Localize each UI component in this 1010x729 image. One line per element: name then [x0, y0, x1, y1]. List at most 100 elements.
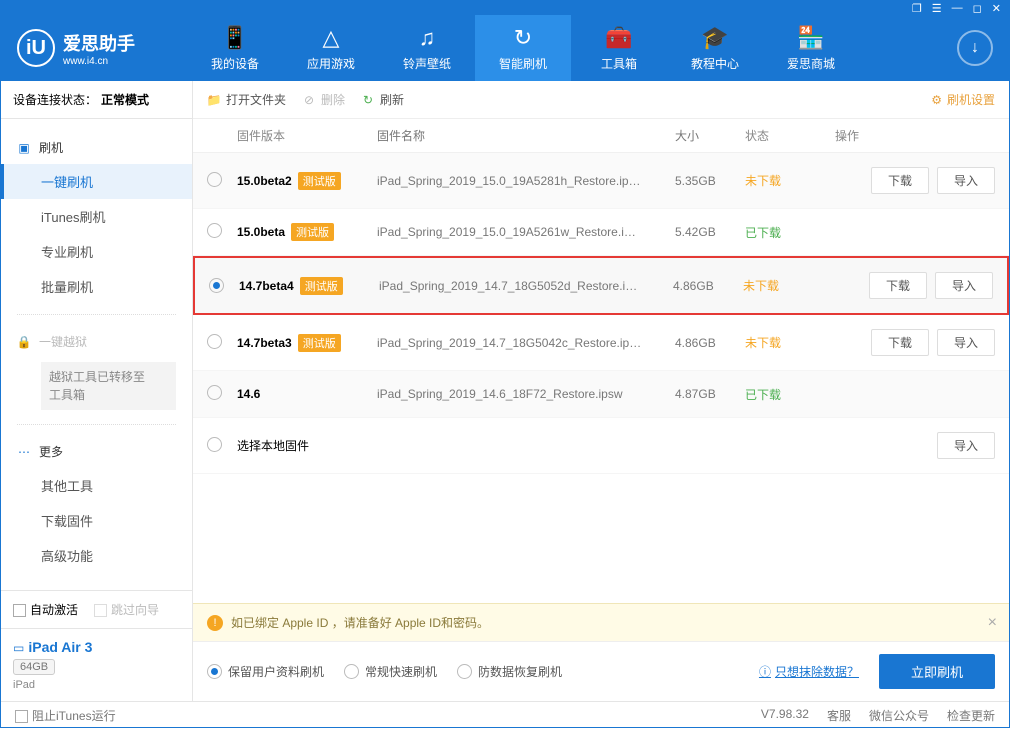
- name-cell: iPad_Spring_2019_14.7_18G5052d_Restore.i…: [379, 279, 673, 293]
- main-nav: 📱我的设备△应用游戏♫铃声壁纸↻智能刷机🧰工具箱 🎓 教程中心 🏪爱思商城: [187, 15, 957, 81]
- firmware-row[interactable]: 15.0beta2 测试版iPad_Spring_2019_15.0_19A52…: [193, 153, 1009, 209]
- nav-label: 铃声壁纸: [403, 55, 451, 72]
- opt-keep-data[interactable]: 保留用户资料刷机: [207, 663, 324, 680]
- import-button[interactable]: 导入: [937, 167, 995, 194]
- close-warning-icon[interactable]: ×: [988, 614, 997, 632]
- titlebar-btn[interactable]: ❐: [912, 2, 922, 15]
- firmware-row[interactable]: 15.0beta 测试版iPad_Spring_2019_15.0_19A526…: [193, 209, 1009, 256]
- sidebar-item-batch[interactable]: 批量刷机: [1, 269, 192, 304]
- app-logo: iU 爱思助手 www.i4.cn: [17, 29, 187, 67]
- name-cell: iPad_Spring_2019_14.6_18F72_Restore.ipsw: [377, 387, 675, 401]
- import-button[interactable]: 导入: [937, 329, 995, 356]
- sidebar-item-download[interactable]: 下载固件: [1, 503, 192, 538]
- radio-icon[interactable]: [207, 172, 222, 187]
- sidebar-group-flash[interactable]: ▣ 刷机: [1, 131, 192, 164]
- erase-data-link[interactable]: ⓘ只想抹除数据？: [759, 663, 859, 680]
- skip-guide-checkbox[interactable]: 跳过向导: [94, 601, 159, 618]
- auto-activate-checkbox[interactable]: 自动激活: [13, 601, 78, 618]
- nav-label: 教程中心: [691, 55, 739, 72]
- flash-settings-button[interactable]: ⚙ 刷机设置: [931, 91, 995, 108]
- flash-icon: ▣: [17, 141, 31, 155]
- version-label: V7.98.32: [761, 707, 809, 724]
- import-button[interactable]: 导入: [935, 272, 993, 299]
- device-storage: 64GB: [13, 659, 55, 675]
- nav-item-2[interactable]: ♫铃声壁纸: [379, 15, 475, 81]
- warning-icon: !: [207, 615, 223, 631]
- sidebar-item-oneclick[interactable]: 一键刷机: [1, 164, 192, 199]
- logo-icon: iU: [17, 29, 55, 67]
- flash-now-button[interactable]: 立即刷机: [879, 654, 995, 689]
- download-button[interactable]: 下载: [871, 329, 929, 356]
- label: 防数据恢复刷机: [478, 663, 562, 680]
- sidebar-item-itunes[interactable]: iTunes刷机: [1, 199, 192, 234]
- radio-icon[interactable]: [209, 278, 224, 293]
- nav-label: 应用游戏: [307, 55, 355, 72]
- app-header: iU 爱思助手 www.i4.cn 📱我的设备△应用游戏♫铃声壁纸↻智能刷机🧰工…: [1, 15, 1009, 81]
- opt-fast[interactable]: 常规快速刷机: [344, 663, 437, 680]
- sidebar-group-more[interactable]: ⋯更多: [1, 435, 192, 468]
- beta-tag: 测试版: [298, 334, 341, 352]
- delete-button: ⊘删除: [302, 91, 345, 108]
- nav-icon: 📱: [221, 25, 248, 51]
- label: 打开文件夹: [226, 91, 286, 108]
- firmware-row[interactable]: 14.7beta3 测试版iPad_Spring_2019_14.7_18G50…: [193, 315, 1009, 371]
- col-size: 大小: [675, 127, 745, 144]
- local-firmware-row[interactable]: 选择本地固件 导入: [193, 418, 1009, 474]
- sidebar-item-advanced[interactable]: 高级功能: [1, 538, 192, 573]
- nav-icon: 🎓: [701, 25, 728, 51]
- connection-status: 设备连接状态： 正常模式: [1, 81, 192, 119]
- group-label: 更多: [39, 443, 63, 460]
- radio-icon[interactable]: [207, 385, 222, 400]
- import-button[interactable]: 导入: [937, 432, 995, 459]
- open-folder-button[interactable]: 📁打开文件夹: [207, 91, 286, 108]
- label: 跳过向导: [111, 603, 159, 617]
- group-label: 刷机: [39, 139, 63, 156]
- nav-item-3[interactable]: ↻智能刷机: [475, 15, 571, 81]
- info-icon: ⓘ: [759, 663, 771, 680]
- opt-antirecover[interactable]: 防数据恢复刷机: [457, 663, 562, 680]
- conn-value: 正常模式: [101, 91, 149, 108]
- sidebar-item-pro[interactable]: 专业刷机: [1, 234, 192, 269]
- app-name: 爱思助手: [63, 30, 135, 56]
- main-content: 📁打开文件夹 ⊘删除 ↻刷新 ⚙ 刷机设置 固件版本 固件名称 大小 状态 操作 …: [193, 81, 1009, 701]
- download-button[interactable]: 下载: [869, 272, 927, 299]
- firmware-row[interactable]: 14.7beta4 测试版iPad_Spring_2019_14.7_18G50…: [193, 256, 1009, 315]
- app-url: www.i4.cn: [63, 56, 135, 67]
- nav-item-4[interactable]: 🧰工具箱: [571, 15, 667, 81]
- maximize-icon[interactable]: ◻: [973, 2, 982, 15]
- nav-icon: 🧰: [605, 25, 632, 51]
- sidebar-options: 自动激活 跳过向导: [1, 590, 192, 628]
- ops-cell: 下载导入: [835, 167, 995, 194]
- check-update-link[interactable]: 检查更新: [947, 707, 995, 724]
- label: 刷机设置: [947, 91, 995, 108]
- warning-text: 如已绑定 Apple ID ，请准备好 Apple ID和密码。: [231, 614, 489, 631]
- nav-item-0[interactable]: 📱我的设备: [187, 15, 283, 81]
- nav-item-1[interactable]: △应用游戏: [283, 15, 379, 81]
- tablet-icon: ▭: [13, 641, 24, 655]
- conn-label: 设备连接状态：: [13, 91, 97, 108]
- version-cell: 14.7beta4 测试版: [239, 277, 379, 295]
- nav-item-6[interactable]: 🏪爱思商城: [763, 15, 859, 81]
- radio-icon[interactable]: [207, 437, 222, 452]
- name-cell: iPad_Spring_2019_14.7_18G5042c_Restore.i…: [377, 336, 675, 350]
- download-button[interactable]: 下载: [871, 167, 929, 194]
- sidebar-item-other[interactable]: 其他工具: [1, 468, 192, 503]
- radio-icon[interactable]: [207, 334, 222, 349]
- minimize-icon[interactable]: —: [952, 2, 963, 14]
- beta-tag: 测试版: [291, 223, 334, 241]
- download-circle-icon[interactable]: ↓: [957, 30, 993, 66]
- gear-icon: ⚙: [931, 93, 942, 107]
- refresh-button[interactable]: ↻刷新: [361, 91, 404, 108]
- firmware-row[interactable]: 14.6 iPad_Spring_2019_14.6_18F72_Restore…: [193, 371, 1009, 418]
- nav-item-5[interactable]: 🎓 教程中心: [667, 15, 763, 81]
- device-info: ▭iPad Air 3 64GB iPad: [1, 628, 192, 701]
- support-link[interactable]: 客服: [827, 707, 851, 724]
- radio-icon: [344, 664, 359, 679]
- block-itunes-checkbox[interactable]: 阻止iTunes运行: [15, 707, 116, 724]
- radio-icon[interactable]: [207, 223, 222, 238]
- firmware-table: 固件版本 固件名称 大小 状态 操作 15.0beta2 测试版iPad_Spr…: [193, 119, 1009, 603]
- titlebar-btn[interactable]: ☰: [932, 2, 942, 15]
- wechat-link[interactable]: 微信公众号: [869, 707, 929, 724]
- toolbar: 📁打开文件夹 ⊘删除 ↻刷新 ⚙ 刷机设置: [193, 81, 1009, 119]
- close-icon[interactable]: ✕: [992, 2, 1001, 15]
